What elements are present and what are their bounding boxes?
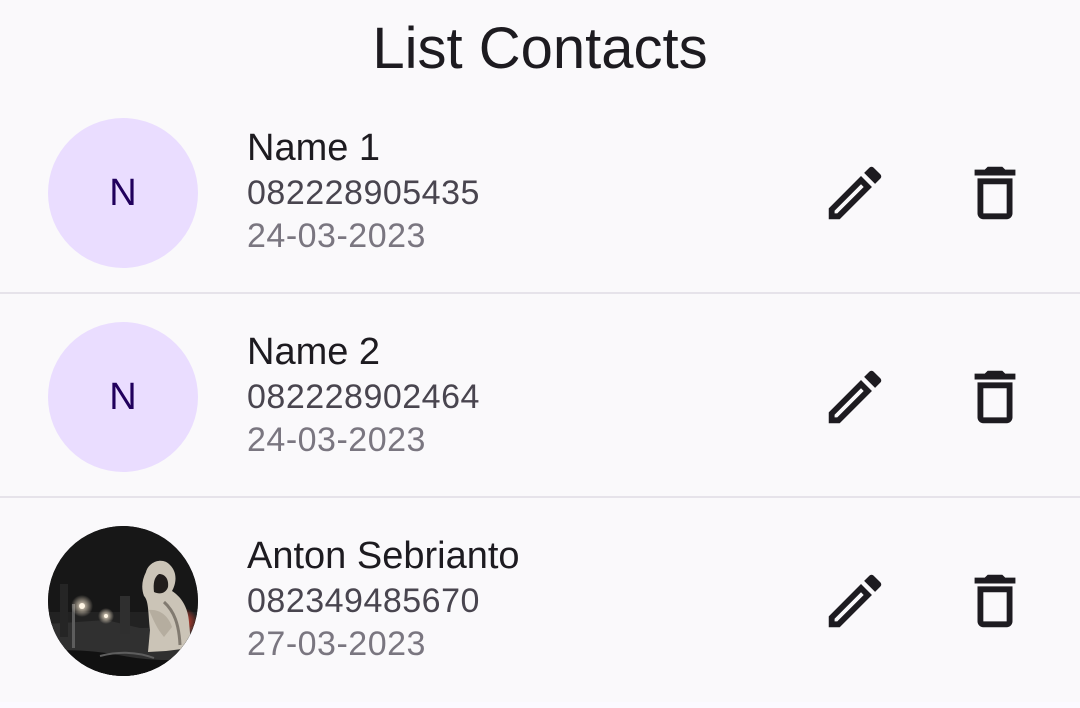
app-bar: List Contacts — [0, 0, 1080, 98]
delete-contact-button[interactable] — [959, 157, 1031, 229]
contact-row-3[interactable]: Anton Sebrianto 082349485670 27-03-2023 — [0, 498, 1080, 702]
contact-name: Name 1 — [247, 127, 381, 169]
contact-phone: 082349485670 — [247, 582, 480, 620]
contact-details: Name 2 082228902464 24-03-2023 — [247, 328, 767, 462]
contact-avatar-photo — [48, 526, 198, 676]
trash-icon — [974, 166, 1016, 220]
pencil-icon — [828, 166, 882, 220]
contact-avatar-initial: N — [48, 322, 198, 472]
page-title: List Contacts — [372, 16, 708, 81]
edit-contact-button[interactable] — [819, 565, 891, 637]
contact-date: 27-03-2023 — [247, 625, 426, 663]
delete-contact-button[interactable] — [959, 565, 1031, 637]
person-at-night-photo — [48, 526, 198, 676]
contact-details: Name 1 082228905435 24-03-2023 — [247, 124, 767, 258]
pencil-icon — [828, 370, 882, 424]
edit-contact-button[interactable] — [819, 157, 891, 229]
avatar-initial: N — [109, 375, 137, 418]
contact-list: N Name 1 082228905435 24-03-2023 N Name … — [0, 90, 1080, 702]
contact-phone: 082228905435 — [247, 174, 480, 212]
contact-name: Name 2 — [247, 331, 381, 373]
trash-icon — [974, 370, 1016, 424]
contact-phone: 082228902464 — [247, 378, 480, 416]
contact-details: Anton Sebrianto 082349485670 27-03-2023 — [247, 532, 767, 666]
avatar-initial: N — [109, 171, 137, 214]
contact-date: 24-03-2023 — [247, 217, 426, 255]
edit-contact-button[interactable] — [819, 361, 891, 433]
pencil-icon — [828, 574, 882, 628]
contact-avatar-initial: N — [48, 118, 198, 268]
trash-icon — [974, 574, 1016, 628]
contact-row-1[interactable]: N Name 1 082228905435 24-03-2023 — [0, 90, 1080, 294]
contact-date: 24-03-2023 — [247, 421, 426, 459]
contact-name: Anton Sebrianto — [247, 535, 520, 577]
contact-row-2[interactable]: N Name 2 082228902464 24-03-2023 — [0, 294, 1080, 498]
delete-contact-button[interactable] — [959, 361, 1031, 433]
